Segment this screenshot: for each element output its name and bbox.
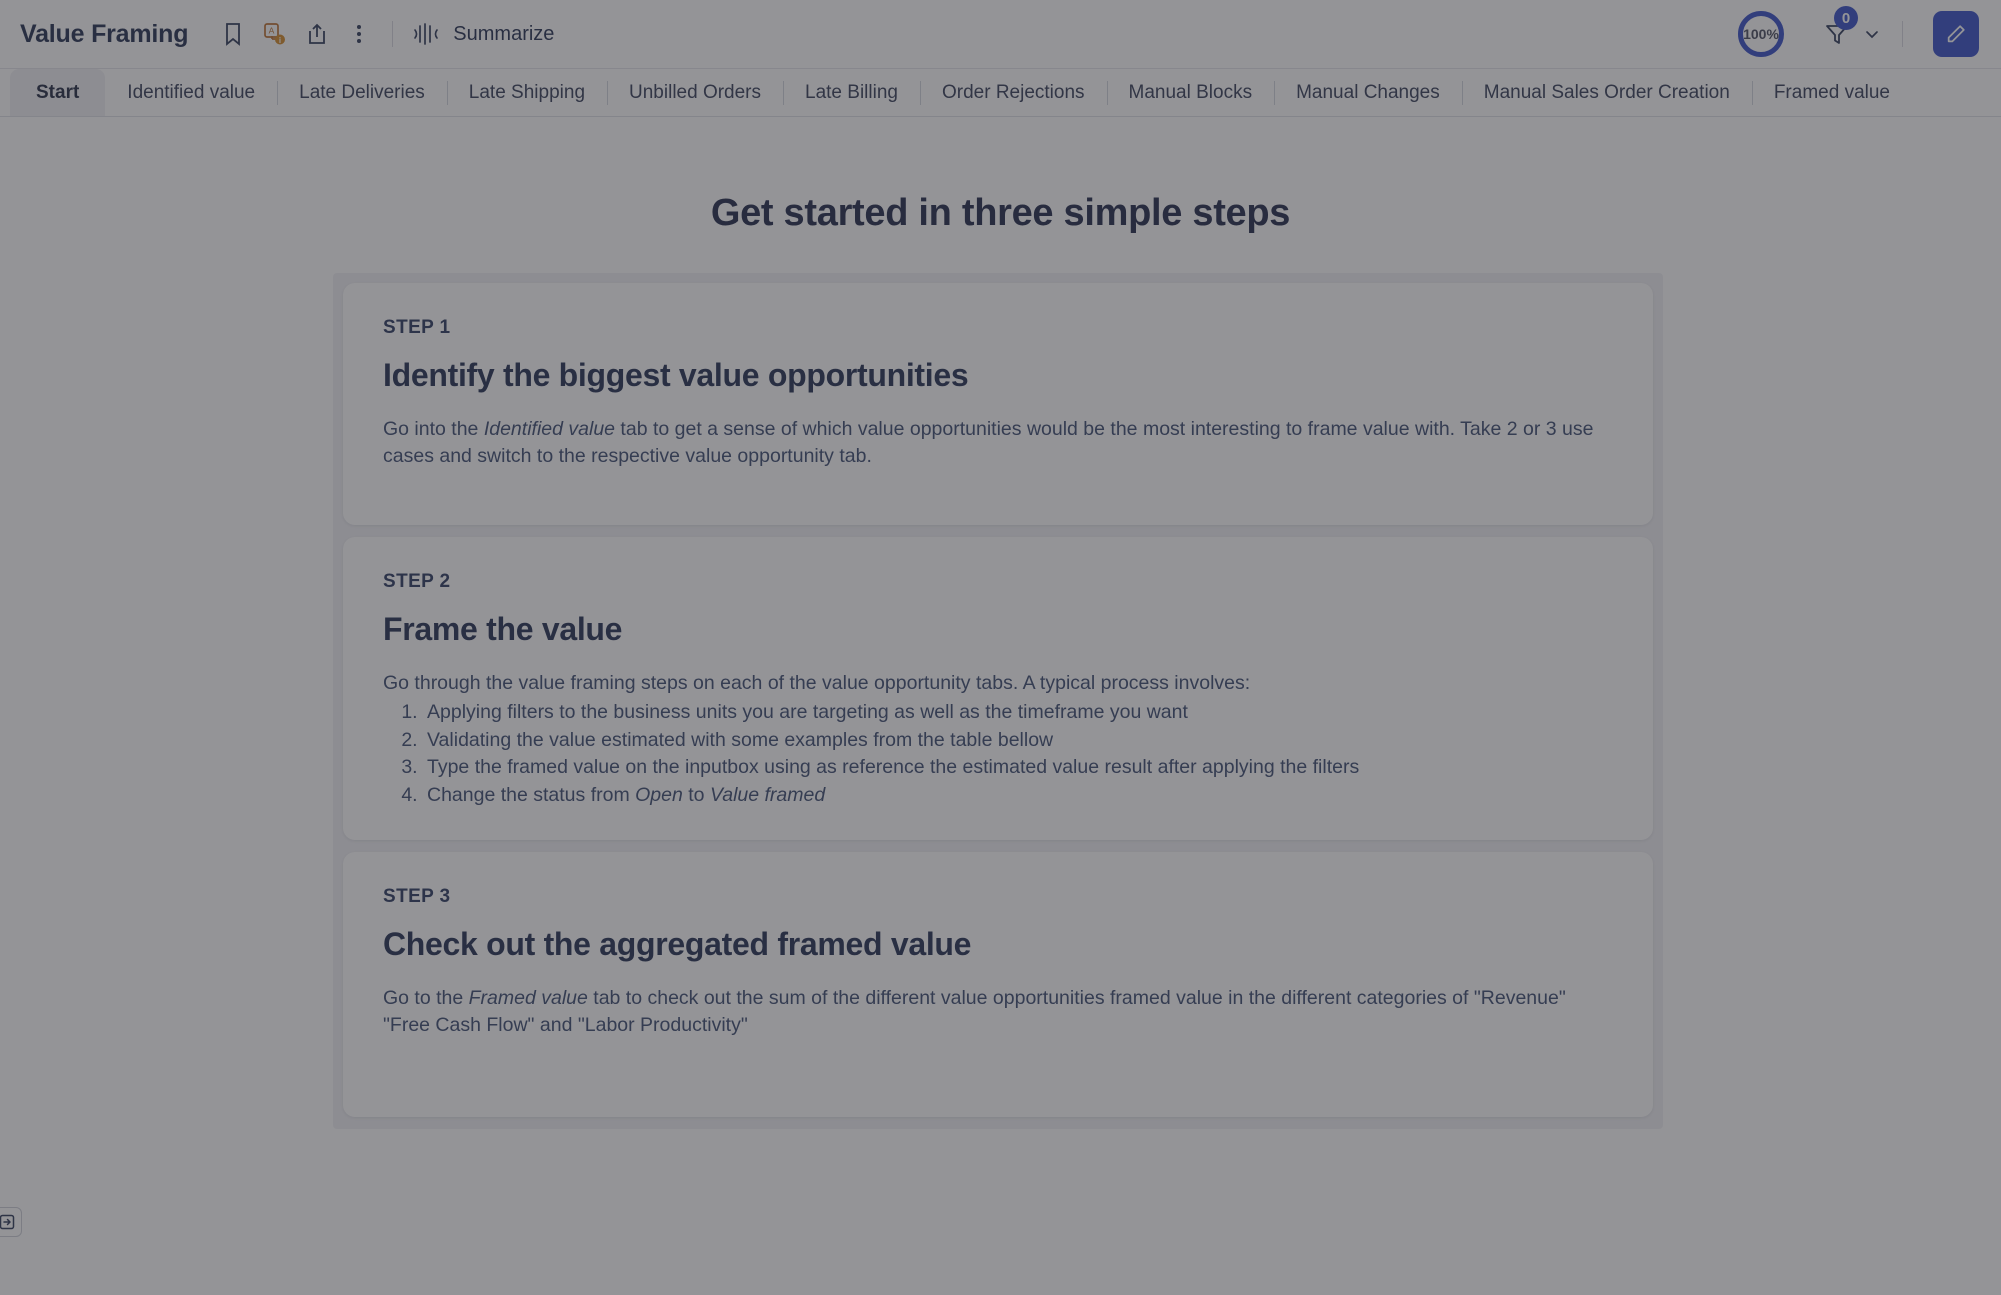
tab-order-rejections[interactable]: Order Rejections — [919, 69, 1107, 116]
edit-button[interactable] — [1933, 11, 1979, 57]
tab-late-deliveries[interactable]: Late Deliveries — [277, 69, 447, 116]
summarize-button[interactable]: Summarize — [453, 23, 554, 46]
step-kicker: STEP 3 — [383, 885, 451, 907]
svg-text:i: i — [279, 36, 281, 45]
waveform-icon[interactable] — [405, 13, 447, 55]
translate-icon[interactable]: A i — [254, 13, 296, 55]
page-title: Get started in three simple steps — [710, 192, 1291, 234]
step-list: Applying filters to the business units y… — [423, 699, 1613, 810]
more-options-icon[interactable] — [338, 13, 380, 55]
filter-count-badge: 0 — [1834, 6, 1858, 30]
tab-late-shipping[interactable]: Late Shipping — [446, 69, 607, 116]
zoom-percent-badge[interactable]: 100% — [1738, 11, 1784, 57]
app-root: Value Framing A i Summarize 100% 0 Start… — [0, 0, 2001, 1295]
step-kicker: STEP 2 — [383, 571, 451, 592]
share-icon[interactable] — [296, 13, 338, 55]
chevron-down-icon[interactable] — [1864, 26, 1880, 42]
step-title: Identify the biggest value opportunities — [383, 357, 969, 393]
filter-control[interactable]: 0 — [1820, 6, 1880, 55]
top-toolbar: Value Framing A i Summarize 100% 0 — [0, 0, 2001, 69]
steps-container: STEP 1 Identify the biggest value opport… — [333, 273, 1663, 1129]
step-list-item: Applying filters to the business units y… — [423, 699, 1613, 727]
tab-start[interactable]: Start — [10, 69, 106, 116]
step-body: Go through the value framing steps on ea… — [383, 672, 1251, 694]
document-title: Value Framing — [20, 19, 189, 48]
tab-framed-value[interactable]: Framed value — [1751, 69, 1912, 116]
step-list-item: Change the status from Open to Value fra… — [423, 782, 1613, 810]
step-card: STEP 1 Identify the biggest value opport… — [343, 283, 1653, 525]
step-body: Go to the Framed value tab to check out … — [383, 986, 1566, 1036]
step-title: Check out the aggregated framed value — [383, 925, 972, 962]
step-body: Go into the Identified value tab to get … — [383, 418, 1594, 467]
tab-manual-changes[interactable]: Manual Changes — [1274, 69, 1462, 116]
bookmark-icon[interactable] — [212, 13, 254, 55]
pencil-icon — [1945, 23, 1967, 45]
step-list-item: Validating the value estimated with some… — [423, 727, 1613, 755]
step-kicker: STEP 1 — [383, 317, 451, 338]
tab-identified-value[interactable]: Identified value — [105, 69, 277, 116]
tab-manual-sales-order-creation[interactable]: Manual Sales Order Creation — [1461, 69, 1752, 116]
svg-text:A: A — [269, 26, 275, 36]
toolbar-divider — [392, 21, 394, 47]
tab-late-billing[interactable]: Late Billing — [783, 69, 920, 116]
step-card: STEP 3 Check out the aggregated framed v… — [343, 851, 1653, 1117]
tab-bar: Start Identified value Late Deliveries L… — [0, 69, 2001, 117]
step-title: Frame the value — [383, 611, 623, 647]
step-card: STEP 2 Frame the value Go through the va… — [343, 537, 1653, 840]
page-canvas: Get started in three simple steps STEP 1… — [0, 117, 2001, 1295]
toolbar-divider-right — [1902, 21, 1903, 47]
expand-panel-icon[interactable] — [0, 1207, 22, 1237]
tab-manual-blocks[interactable]: Manual Blocks — [1106, 69, 1275, 116]
tab-unbilled-orders[interactable]: Unbilled Orders — [607, 69, 783, 116]
step-list-item: Type the framed value on the inputbox us… — [423, 754, 1613, 782]
